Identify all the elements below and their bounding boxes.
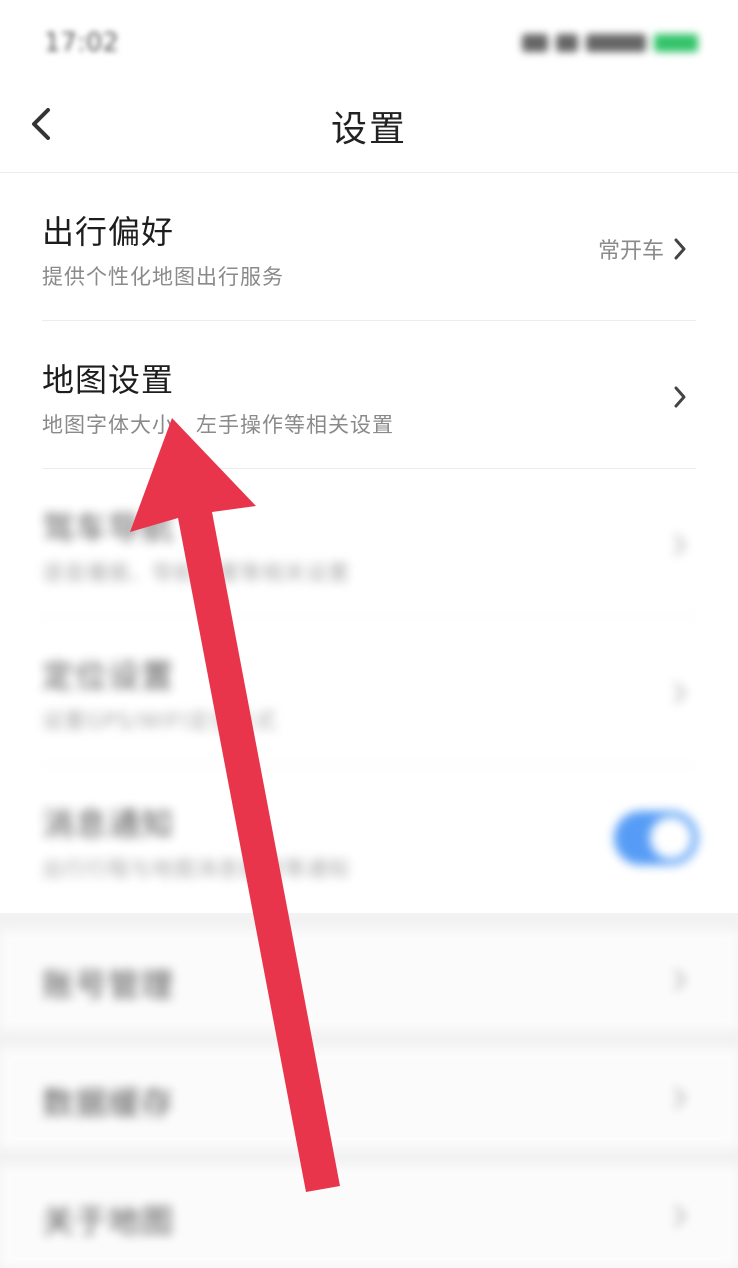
settings-item-subtitle: 语音播报、导航设置等相关设置 xyxy=(42,561,350,585)
settings-item-account[interactable]: 账号管理 xyxy=(0,930,738,1030)
settings-item-title: 关于地图 xyxy=(42,1202,175,1240)
settings-item-notifications: 消息通知 出行行程与地图消息推送等通知 xyxy=(0,765,738,913)
status-bar: 17:02 xyxy=(0,0,738,88)
settings-item-title: 出行偏好 xyxy=(42,213,175,251)
travel-preference-value: 常开车 xyxy=(597,239,664,264)
toggle-knob xyxy=(650,817,692,859)
settings-item-title: 数据缓存 xyxy=(42,1084,175,1122)
settings-item-about[interactable]: 关于地图 xyxy=(0,1166,738,1268)
settings-item-subtitle: 设置GPS/WIFI定位方式 xyxy=(42,709,277,733)
settings-item-title: 地图设置 xyxy=(42,361,175,399)
settings-group-main: 出行偏好 提供个性化地图出行服务 常开车 地图设置 地图字体大小、左手操作等相关… xyxy=(0,173,738,913)
wifi-icon xyxy=(556,34,578,52)
settings-screen: 17:02 设置 出行偏好 提供个性化地图出行服务 常开车 地图设置 地图字体大… xyxy=(0,0,738,1268)
settings-item-title: 定位设置 xyxy=(42,657,175,695)
status-icons xyxy=(458,32,698,54)
notifications-toggle[interactable] xyxy=(614,811,698,865)
settings-item-driving-navigation[interactable]: 驾车导航 语音播报、导航设置等相关设置 xyxy=(0,469,738,616)
settings-item-subtitle: 提供个性化地图出行服务 xyxy=(42,265,284,289)
chevron-right-icon xyxy=(674,682,686,704)
chevron-right-icon xyxy=(674,386,686,408)
chevron-right-icon xyxy=(674,534,686,556)
chevron-right-icon xyxy=(674,1205,686,1227)
chevron-right-icon xyxy=(674,969,686,991)
chevron-right-icon xyxy=(674,238,686,260)
nav-bar: 设置 xyxy=(0,88,738,173)
settings-item-title: 消息通知 xyxy=(42,805,175,843)
battery-icon xyxy=(654,34,698,52)
status-time: 17:02 xyxy=(44,28,119,58)
page-title: 设置 xyxy=(330,109,407,150)
settings-item-data-cache[interactable]: 数据缓存 xyxy=(0,1048,738,1148)
settings-item-subtitle: 出行行程与地图消息推送等通知 xyxy=(42,857,350,881)
settings-item-travel-preference[interactable]: 出行偏好 提供个性化地图出行服务 常开车 xyxy=(0,173,738,320)
signal-icon xyxy=(522,34,548,52)
settings-item-title: 驾车导航 xyxy=(42,509,175,547)
settings-item-title: 账号管理 xyxy=(42,966,175,1004)
cellular-icon xyxy=(586,34,646,52)
settings-item-map-settings[interactable]: 地图设置 地图字体大小、左手操作等相关设置 xyxy=(0,321,738,468)
chevron-right-icon xyxy=(674,1087,686,1109)
settings-item-subtitle: 地图字体大小、左手操作等相关设置 xyxy=(42,413,394,437)
settings-item-location[interactable]: 定位设置 设置GPS/WIFI定位方式 xyxy=(0,617,738,764)
